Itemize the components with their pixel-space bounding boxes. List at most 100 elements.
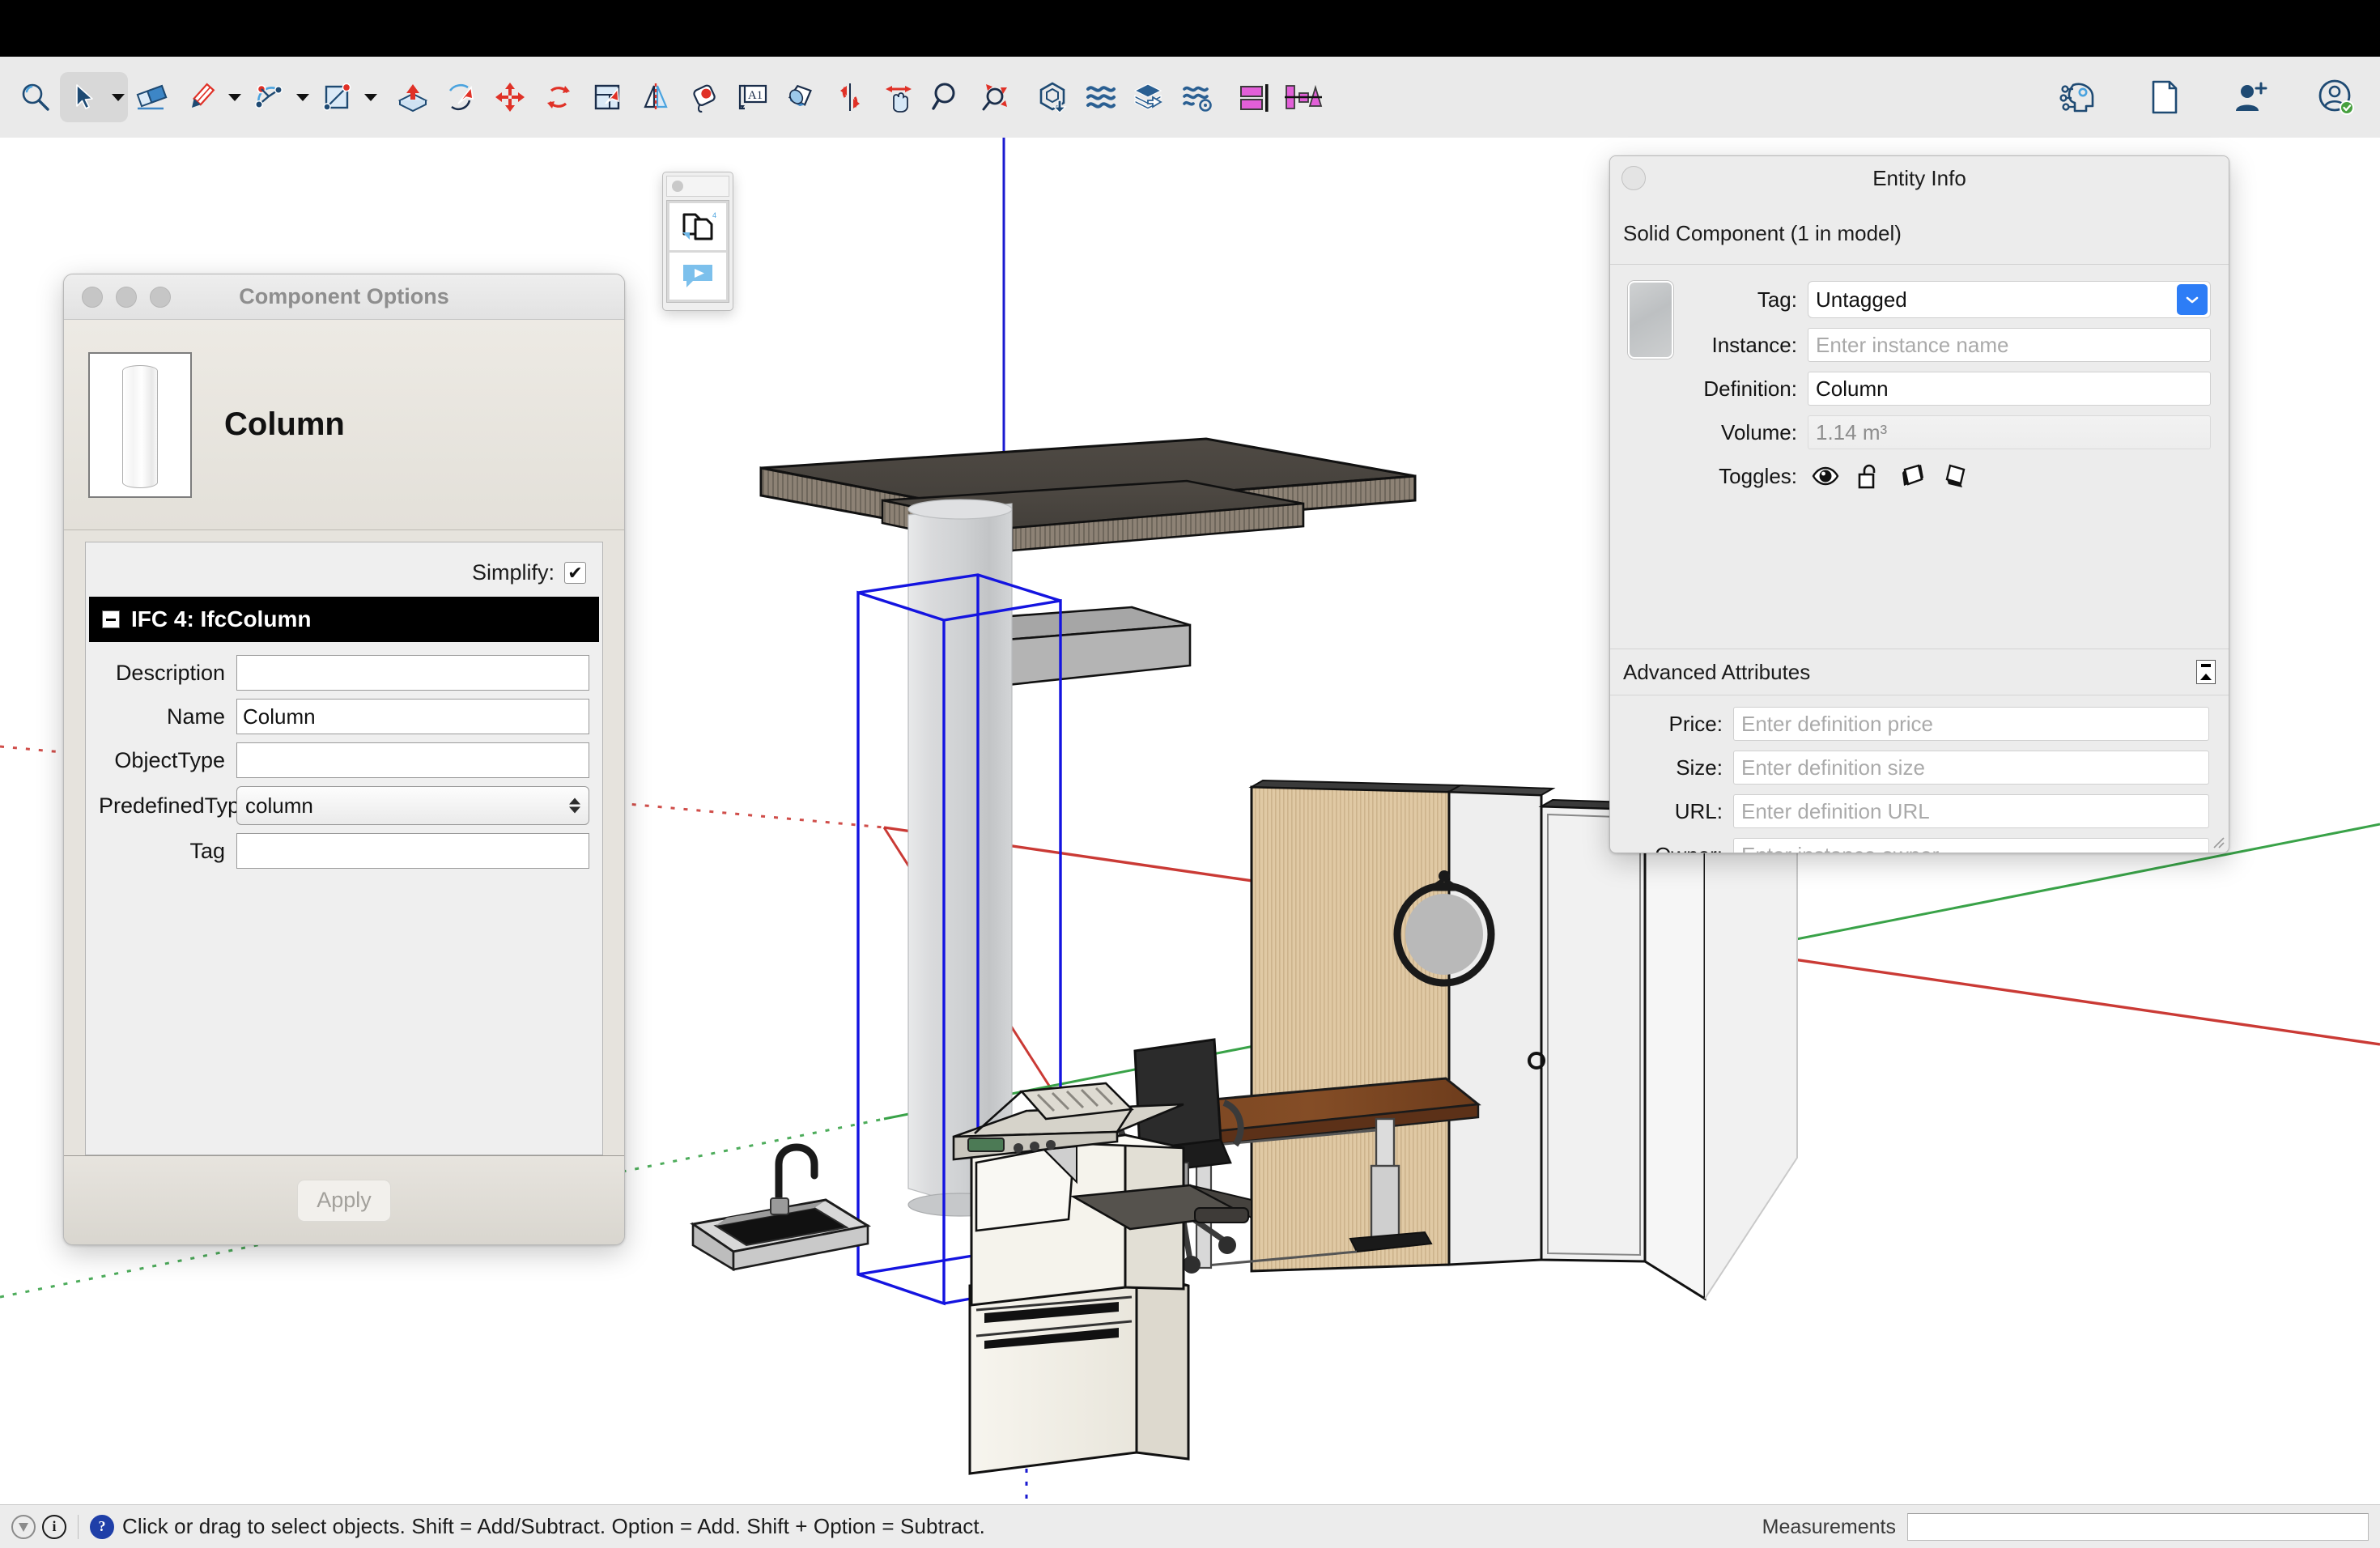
paint-bucket-tool[interactable] xyxy=(777,72,826,122)
rotate-tool[interactable] xyxy=(534,72,583,122)
ifc-section-header[interactable]: IFC 4: IfcColumn xyxy=(89,597,599,642)
advanced-attributes-title: Advanced Attributes xyxy=(1610,660,1810,685)
select-tool[interactable] xyxy=(60,72,108,122)
field-input-objecttype[interactable] xyxy=(236,742,589,778)
floating-palette[interactable]: 4 xyxy=(662,172,733,311)
field-input-tag[interactable] xyxy=(236,833,589,869)
scale-tool[interactable] xyxy=(583,72,631,122)
pencil-tool-caret[interactable] xyxy=(225,72,244,122)
play-video-icon[interactable] xyxy=(669,253,726,300)
component-options-titlebar[interactable]: Component Options xyxy=(64,274,624,320)
receive-shadows-icon[interactable] xyxy=(1899,462,1927,490)
align-left[interactable] xyxy=(1230,72,1279,122)
stepper-arrows-icon xyxy=(569,798,580,814)
advanced-collapse-toggle[interactable] xyxy=(2196,660,2216,684)
collapse-minus-icon[interactable] xyxy=(102,610,120,628)
orbit-tool[interactable] xyxy=(826,72,874,122)
ifc-fields: Description Name Column ObjectType Prede… xyxy=(86,642,602,885)
resize-grip[interactable] xyxy=(2209,833,2225,849)
arc-tool[interactable] xyxy=(244,72,293,122)
material-swatch[interactable] xyxy=(1628,281,1673,359)
field-select-predefinedtype[interactable]: column xyxy=(236,786,589,825)
eraser-tool[interactable] xyxy=(128,72,176,122)
account-button[interactable] xyxy=(2312,72,2361,122)
entity-info-panel[interactable]: Entity Info Solid Component (1 in model)… xyxy=(1609,155,2229,853)
cast-shadows-icon[interactable] xyxy=(1943,462,1970,490)
zoom-extents-tool[interactable] xyxy=(971,72,1020,122)
rectangle-tool-caret[interactable] xyxy=(361,72,380,122)
add-user-button[interactable] xyxy=(2226,72,2275,122)
distribute[interactable] xyxy=(1279,72,1328,122)
input-definition[interactable]: Column xyxy=(1808,372,2211,406)
help-icon[interactable]: ? xyxy=(90,1515,114,1539)
measurements-input[interactable] xyxy=(1907,1513,2369,1541)
row-volume: Volume: 1.14 m³ xyxy=(1685,415,2211,449)
move-tool[interactable] xyxy=(486,72,534,122)
input-price[interactable]: Enter definition price xyxy=(1733,707,2209,741)
follow-me-tool[interactable] xyxy=(437,72,486,122)
ifc-manager[interactable] xyxy=(1077,72,1125,122)
field-label-name: Name xyxy=(99,704,236,729)
new-document-button[interactable] xyxy=(2140,72,2189,122)
row-url: URL: Enter definition URL xyxy=(1610,794,2209,828)
field-label-objecttype: ObjectType xyxy=(99,748,236,773)
status-message: Click or drag to select objects. Shift =… xyxy=(122,1514,985,1539)
rectangle-tool-group xyxy=(312,72,380,122)
entity-info-fields: Tag: Untagged Instance: Enter instance n… xyxy=(1685,281,2229,490)
entity-info-main: Tag: Untagged Instance: Enter instance n… xyxy=(1610,265,2229,490)
svg-text:A1: A1 xyxy=(748,89,763,102)
apply-button[interactable]: Apply xyxy=(297,1180,391,1222)
field-row-predefinedtype: PredefinedType column xyxy=(99,786,589,825)
zoom-search-tool[interactable] xyxy=(11,72,60,122)
offset-tool[interactable] xyxy=(631,72,680,122)
unlock-padlock-icon[interactable] xyxy=(1855,462,1883,490)
field-row-name: Name Column xyxy=(99,699,589,734)
geo-location-icon[interactable] xyxy=(11,1515,36,1539)
arc-tool-caret[interactable] xyxy=(293,72,312,122)
3d-warehouse-download[interactable] xyxy=(1028,72,1077,122)
advanced-attributes-header[interactable]: Advanced Attributes xyxy=(1610,649,2229,695)
input-url[interactable]: Enter definition URL xyxy=(1733,794,2209,828)
wood-wall-panel[interactable] xyxy=(1252,780,1460,1271)
import-swap-icon[interactable]: 4 xyxy=(669,203,726,250)
kitchen-sink[interactable] xyxy=(693,1147,868,1269)
zoom-tool[interactable] xyxy=(923,72,971,122)
component-options-header: Column xyxy=(64,320,624,530)
field-input-name[interactable]: Column xyxy=(236,699,589,734)
pencil-line-tool[interactable] xyxy=(176,72,225,122)
pushpull-tool[interactable] xyxy=(389,72,437,122)
entity-info-titlebar[interactable]: Entity Info xyxy=(1610,156,2229,200)
text-tool[interactable]: A1 xyxy=(729,72,777,122)
input-owner[interactable]: Enter instance owner xyxy=(1733,838,2209,853)
ai-assistant-button[interactable] xyxy=(2055,72,2103,122)
visibility-eye-icon[interactable] xyxy=(1812,462,1839,490)
label-volume: Volume: xyxy=(1685,420,1808,445)
wood-slab-ceiling[interactable] xyxy=(761,439,1415,551)
simplify-checkbox[interactable]: ✔ xyxy=(564,562,586,584)
entity-info-subtitle: Solid Component (1 in model) xyxy=(1610,200,2229,265)
rectangle-tool[interactable] xyxy=(312,72,361,122)
floating-palette-titlebar[interactable] xyxy=(666,176,729,197)
layers-export[interactable] xyxy=(1125,72,1174,122)
select-tag[interactable]: Untagged xyxy=(1808,281,2211,318)
ifc-settings[interactable] xyxy=(1174,72,1222,122)
pan-tool[interactable] xyxy=(874,72,923,122)
simplify-label: Simplify: xyxy=(472,560,555,585)
select-tool-group xyxy=(60,72,128,122)
field-row-tag: Tag xyxy=(99,833,589,869)
input-instance[interactable]: Enter instance name xyxy=(1808,328,2211,362)
select-tool-caret[interactable] xyxy=(108,72,128,122)
chevron-down-icon[interactable] xyxy=(2177,284,2208,315)
field-label-tag: Tag xyxy=(99,839,236,864)
floating-palette-close-dot[interactable] xyxy=(672,181,683,192)
input-size[interactable]: Enter definition size xyxy=(1733,751,2209,785)
field-input-description[interactable] xyxy=(236,655,589,691)
right-wall[interactable] xyxy=(1645,803,1797,1299)
white-wall-panel[interactable] xyxy=(1449,785,1553,1265)
component-options-dialog[interactable]: Component Options Column Simplify: ✔ IFC… xyxy=(63,274,625,1245)
value-volume: 1.14 m³ xyxy=(1808,415,2211,449)
info-icon[interactable]: i xyxy=(42,1515,66,1539)
tape-measure-tool[interactable] xyxy=(680,72,729,122)
door-panel[interactable] xyxy=(1529,800,1656,1261)
field-row-description: Description xyxy=(99,655,589,691)
